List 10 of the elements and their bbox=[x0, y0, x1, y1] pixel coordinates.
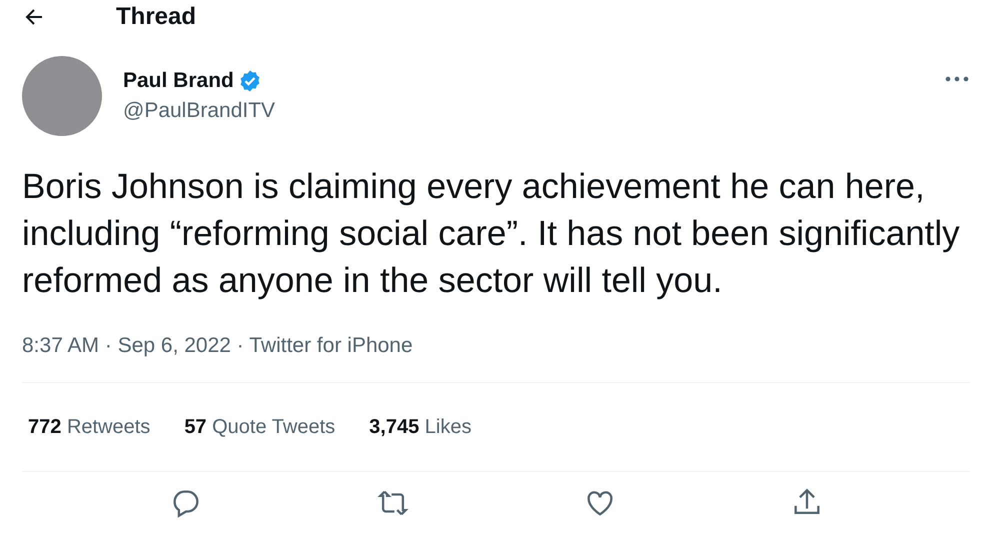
engagement-stat[interactable]: 57 Quote Tweets bbox=[184, 416, 336, 438]
author-handle[interactable]: @PaulBrandITV bbox=[123, 99, 944, 123]
author-name[interactable]: Paul Brand bbox=[123, 69, 234, 93]
more-options-icon[interactable] bbox=[944, 74, 970, 84]
tweet-timestamp: 8:37 AM · Sep 6, 2022 · Twitter for iPhone bbox=[22, 334, 414, 358]
engagement-stat[interactable]: 772 Retweets bbox=[28, 416, 150, 438]
page-title: Thread bbox=[116, 3, 196, 31]
avatar[interactable] bbox=[22, 56, 102, 136]
engagement-stat[interactable]: 3,745 Likes bbox=[369, 416, 472, 438]
tweet-text: Boris Johnson is claiming every achievement he can here, including “reforming social care”. It has not been significantly reformed as anyone in the sector will tell you. bbox=[22, 166, 961, 302]
